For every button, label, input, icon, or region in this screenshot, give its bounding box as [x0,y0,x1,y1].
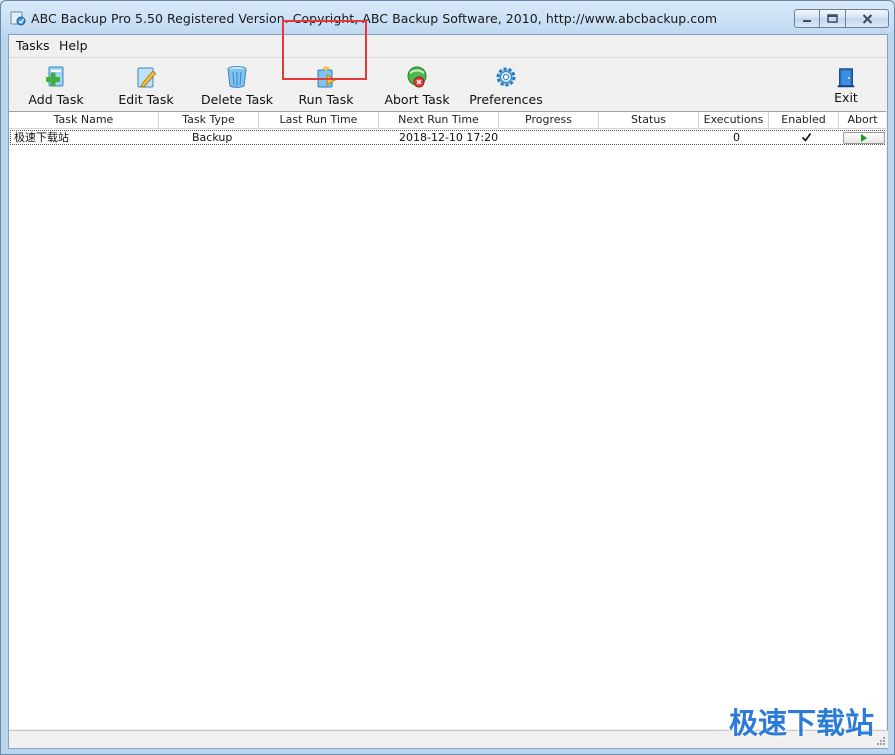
run-task-highlight [282,20,367,80]
column-header-status[interactable]: Status [599,112,699,129]
column-header-last-run-time[interactable]: Last Run Time [259,112,379,129]
menu-help[interactable]: Help [59,38,88,53]
app-window: ABC Backup Pro 5.50 Registered Version. … [0,0,895,755]
row-abort-button[interactable] [843,132,885,144]
edit-task-icon [137,67,157,88]
preferences-label: Preferences [469,92,543,107]
exit-icon [837,68,855,88]
maximize-icon [827,14,838,23]
app-icon [10,11,26,26]
add-task-label: Add Task [28,92,84,107]
close-icon [862,13,872,24]
task-list-header: Task Name Task Type Last Run Time Next R… [9,112,886,129]
delete-task-button[interactable]: Delete Task [201,58,273,112]
cell-next-run-time: 2018-12-10 17:20 [399,131,499,144]
run-task-label: Run Task [298,92,354,107]
cell-executions: 0 [733,131,740,144]
maximize-button[interactable] [820,9,846,28]
column-header-progress[interactable]: Progress [499,112,599,129]
abort-task-icon [407,66,427,88]
add-task-icon [46,66,64,87]
table-row[interactable]: 极速下载站 Backup 2018-12-10 17:20 0 [10,130,885,145]
toolbar: Add Task Edit Task Delete Task Run Task … [9,57,887,111]
column-header-enabled[interactable]: Enabled [769,112,839,129]
enabled-checkbox[interactable] [801,132,812,143]
preferences-button[interactable]: Preferences [469,58,543,112]
abort-task-label: Abort Task [384,92,450,107]
watermark-text: 极速下载站 [728,706,874,740]
cell-task-type: Backup [192,131,233,144]
close-button[interactable] [846,9,889,28]
minimize-button[interactable] [794,9,820,28]
abort-task-button[interactable]: Abort Task [382,58,452,112]
caption-buttons [794,9,889,28]
column-header-next-run-time[interactable]: Next Run Time [379,112,499,129]
task-list[interactable]: Task Name Task Type Last Run Time Next R… [9,111,886,729]
add-task-button[interactable]: Add Task [27,58,85,112]
exit-button[interactable]: Exit [831,58,861,112]
delete-task-label: Delete Task [200,92,274,107]
cell-task-name: 极速下载站 [14,131,69,144]
minimize-icon [803,19,811,22]
delete-task-icon [227,66,247,88]
edit-task-button[interactable]: Edit Task [116,58,176,112]
menu-bar: Tasks Help [9,35,887,57]
play-icon [861,134,867,142]
edit-task-label: Edit Task [118,92,174,107]
preferences-icon [496,67,516,87]
column-header-abort[interactable]: Abort [839,112,886,129]
resize-grip-icon[interactable] [874,734,886,746]
exit-label: Exit [834,90,858,105]
menu-tasks[interactable]: Tasks [16,38,50,53]
column-header-task-name[interactable]: Task Name [9,112,159,129]
column-header-task-type[interactable]: Task Type [159,112,259,129]
window-title: ABC Backup Pro 5.50 Registered Version. … [31,11,718,26]
title-bar[interactable]: ABC Backup Pro 5.50 Registered Version. … [1,1,894,35]
column-header-executions[interactable]: Executions [699,112,769,129]
